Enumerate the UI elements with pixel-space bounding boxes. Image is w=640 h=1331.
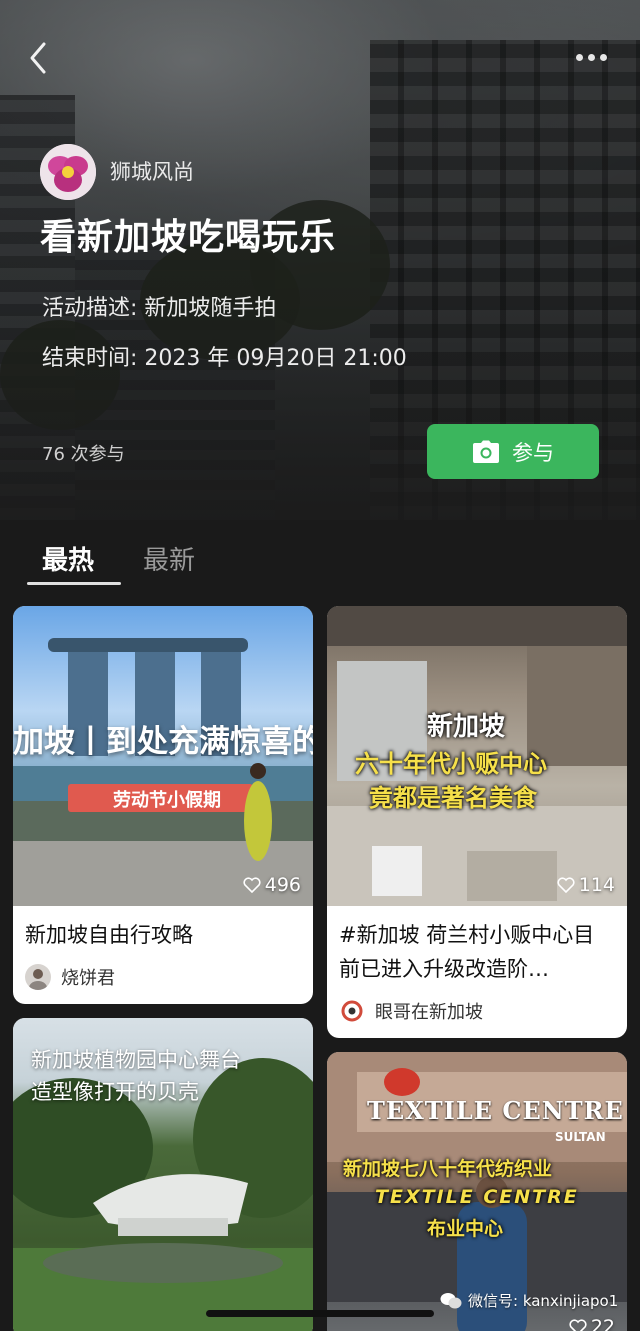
shop-sign-text: TEXTILE CENTRE — [367, 1096, 624, 1125]
activity-title: 看新加坡吃喝玩乐 — [40, 217, 337, 258]
chevron-left-icon — [30, 42, 46, 74]
more-dots-icon — [576, 53, 583, 61]
image-caption: 加坡丨到处充满惊喜的城 — [13, 724, 313, 760]
more-options-button[interactable] — [576, 50, 612, 64]
tab-latest[interactable]: 最新 — [143, 540, 195, 577]
post-title: 新加坡自由行攻略 — [25, 923, 193, 947]
activity-end-time: 结束时间: 2023 年 09月20日 21:00 — [42, 346, 407, 371]
image-caption: 造型像打开的贝壳 — [31, 1080, 199, 1104]
image-caption: 布业中心 — [427, 1218, 504, 1240]
author-name: 烧饼君 — [61, 968, 115, 989]
participant-count: 76 次参与 — [42, 444, 125, 465]
wechat-icon — [440, 1292, 462, 1308]
image-caption: TEXTILE CENTRE — [375, 1186, 579, 1208]
author-avatar — [25, 964, 51, 990]
heart-outline-icon — [243, 877, 261, 893]
home-indicator — [206, 1310, 434, 1317]
join-button[interactable]: 参与 — [427, 424, 599, 479]
join-label: 参与 — [512, 440, 554, 465]
image-caption: 新加坡七八十年代纺织业 — [343, 1158, 553, 1180]
heart-outline-icon — [557, 877, 575, 893]
author-name: 眼哥在新加坡 — [375, 1002, 483, 1023]
active-tab-indicator — [27, 582, 121, 585]
wechat-watermark: 微信号: kanxinjiapo1 — [440, 1290, 618, 1311]
org-avatar[interactable] — [40, 144, 96, 200]
image-tag: 劳动节小假期 — [113, 790, 221, 811]
post-author[interactable]: 眼哥在新加坡 — [339, 998, 483, 1024]
shop-sign-subtext: SULTAN — [555, 1130, 606, 1144]
tab-hottest[interactable]: 最热 — [42, 540, 94, 577]
image-caption: 竟都是著名美食 — [369, 784, 537, 812]
back-button[interactable] — [22, 38, 54, 78]
sort-tabs: 最热 最新 — [0, 520, 640, 590]
author-avatar — [339, 998, 365, 1024]
org-name[interactable]: 狮城风尚 — [110, 156, 194, 186]
image-caption: 新加坡植物园中心舞台 — [31, 1048, 241, 1072]
like-count[interactable]: 114 — [557, 874, 615, 896]
post-card[interactable]: 新加坡 六十年代小贩中心 竟都是著名美食 114 #新加坡 荷兰村小贩中心目前已… — [327, 606, 627, 1038]
post-author[interactable]: 烧饼君 — [25, 964, 115, 990]
post-card[interactable]: 新加坡植物园中心舞台 造型像打开的贝壳 — [13, 1018, 313, 1331]
heart-outline-icon — [569, 1319, 587, 1331]
orchid-flower-icon — [40, 144, 96, 200]
post-card[interactable]: 加坡丨到处充满惊喜的城 劳动节小假期 496 新加坡自由行攻略 烧饼君 — [13, 606, 313, 1004]
like-count[interactable]: 496 — [243, 874, 301, 896]
post-title: #新加坡 荷兰村小贩中心目前已进入升级改造阶… — [339, 923, 595, 981]
image-caption: 新加坡 — [427, 712, 506, 742]
image-caption: 六十年代小贩中心 — [355, 750, 547, 778]
activity-description: 活动描述: 新加坡随手拍 — [42, 296, 277, 321]
camera-icon — [473, 440, 499, 463]
like-count[interactable]: 22 — [569, 1316, 615, 1331]
